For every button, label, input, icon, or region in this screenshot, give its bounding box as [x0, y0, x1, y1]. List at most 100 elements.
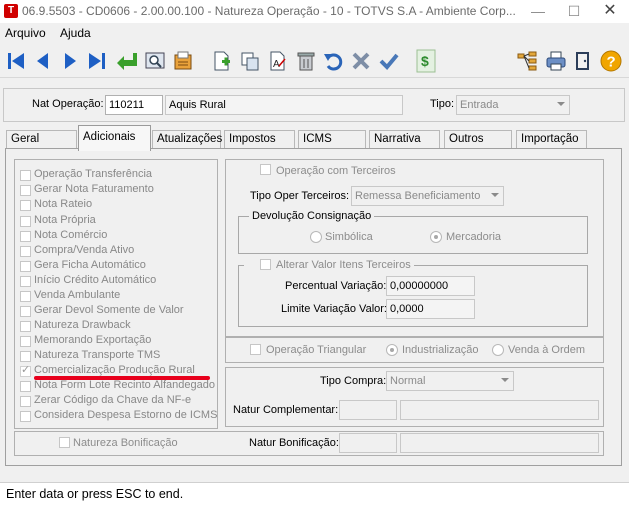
radio-mercadoria-label: Mercadoria: [446, 231, 502, 243]
edit-record-icon[interactable]: A: [265, 48, 291, 74]
radio-industrializacao-label: Industrialização: [402, 344, 479, 356]
last-record-icon[interactable]: [84, 48, 110, 74]
nat-operacao-desc-field: Aquis Rural: [165, 95, 403, 115]
tipo-label: Tipo:: [430, 98, 455, 110]
confirm-icon[interactable]: [376, 48, 402, 74]
status-bar: Enter data or press ESC to end.: [0, 482, 629, 505]
menu-ajuda[interactable]: Ajuda: [60, 26, 91, 40]
chevron-down-icon: [557, 102, 565, 106]
tab-atualizacoes[interactable]: Atualizações: [152, 130, 222, 148]
natur-complementar-code-field: [339, 400, 397, 420]
natur-bonificacao-label: Natur Bonificação:: [249, 437, 339, 449]
checkbox-box: [260, 259, 271, 270]
tipo-select[interactable]: Entrada: [456, 95, 570, 115]
tab-importacao[interactable]: Importação: [516, 130, 587, 148]
return-icon[interactable]: [114, 48, 140, 74]
radio-simbolica-label: Simbólica: [325, 231, 373, 243]
app-icon: T: [4, 4, 18, 18]
status-message: Enter data or press ESC to end.: [6, 487, 184, 501]
delete-record-icon[interactable]: [293, 48, 319, 74]
percentual-variacao-field: 0,00000000: [386, 276, 475, 296]
undo-icon[interactable]: [320, 48, 346, 74]
cancel-icon[interactable]: [348, 48, 374, 74]
tab-narrativa[interactable]: Narrativa: [369, 130, 440, 148]
checkbox-box: [20, 306, 31, 317]
chevron-down-icon: [491, 193, 499, 197]
operacao-triangular-checkbox[interactable]: [250, 344, 263, 357]
operacao-terceiros-label: Operação com Terceiros: [276, 165, 396, 177]
radio-venda-ordem-label: Venda à Ordem: [508, 344, 586, 356]
checkbox-box: [20, 200, 31, 211]
natur-bonificacao-desc-field: [400, 433, 599, 453]
radio-mercadoria[interactable]: [430, 231, 442, 243]
new-record-icon[interactable]: [209, 48, 235, 74]
tab-outros[interactable]: Outros: [444, 130, 512, 148]
chevron-down-icon: [501, 378, 509, 382]
tipo-oper-terceiros-select[interactable]: Remessa Beneficiamento: [351, 186, 504, 206]
close-icon[interactable]: ✕: [592, 0, 628, 23]
natur-complementar-label: Natur Complementar:: [233, 404, 339, 416]
exit-icon[interactable]: [570, 48, 596, 74]
previous-record-icon[interactable]: [30, 48, 56, 74]
menu-bar: Arquivo Ajuda: [0, 24, 629, 43]
nat-operacao-code-input[interactable]: 110211: [105, 95, 163, 115]
tab-adicionais[interactable]: Adicionais: [78, 125, 151, 151]
checkbox-box: [20, 351, 31, 362]
checkbox-box: [20, 216, 31, 227]
radio-venda-ordem[interactable]: [492, 344, 504, 356]
natureza-bonificacao-checkbox[interactable]: [59, 437, 72, 450]
natur-bonificacao-code-field: [339, 433, 397, 453]
title-bar: T 06.9.5503 - CD0606 - 2.00.00.100 - Nat…: [0, 0, 629, 23]
checkbox-box: [20, 231, 31, 242]
next-record-icon[interactable]: [57, 48, 83, 74]
radio-industrializacao[interactable]: [386, 344, 398, 356]
checkbox-box: [20, 170, 31, 181]
minimize-icon[interactable]: —: [520, 0, 556, 23]
natureza-bonificacao-label: Natureza Bonificação: [73, 437, 178, 449]
search-icon[interactable]: [142, 48, 168, 74]
tab-impostos[interactable]: Impostos: [224, 130, 295, 148]
limite-variacao-label: Limite Variação Valor:: [281, 303, 387, 315]
tab-geral[interactable]: Geral: [6, 130, 77, 148]
checkbox-box: [20, 411, 31, 422]
radio-simbolica[interactable]: [310, 231, 322, 243]
operacao-triangular-label: Operação Triangular: [266, 344, 367, 356]
tipo-compra-select[interactable]: Normal: [386, 371, 514, 391]
tipo-select-value: Entrada: [460, 99, 499, 111]
operacao-terceiros-checkbox[interactable]: [260, 164, 273, 177]
help-icon[interactable]: ?: [598, 48, 624, 74]
checkbox-box: [20, 185, 31, 196]
checkbox-box: [20, 261, 31, 272]
percentual-variacao-label: Percentual Variação:: [285, 280, 387, 292]
checkmark-icon: ✓: [21, 364, 31, 376]
tipo-oper-terceiros-label: Tipo Oper Terceiros:: [250, 190, 350, 202]
checkbox-box: [20, 321, 31, 332]
alterar-valor-checkbox[interactable]: [260, 259, 273, 272]
window-title: 06.9.5503 - CD0606 - 2.00.00.100 - Natur…: [22, 4, 516, 18]
toolbar: A $ ?: [0, 44, 629, 78]
svg-text:$: $: [421, 53, 429, 69]
report-icon[interactable]: [170, 48, 196, 74]
print-icon[interactable]: [543, 48, 569, 74]
tree-icon[interactable]: [514, 48, 540, 74]
dollar-icon[interactable]: $: [413, 48, 439, 74]
tab-icms[interactable]: ICMS: [298, 130, 366, 148]
checkbox-box: [20, 336, 31, 347]
checkbox-box: [250, 344, 261, 355]
tipo-compra-label: Tipo Compra:: [320, 375, 387, 387]
checkbox-box: [59, 437, 70, 448]
first-record-icon[interactable]: [3, 48, 29, 74]
limite-variacao-field: 0,0000: [386, 299, 475, 319]
devolucao-consignacao-title: Devolução Consignação: [249, 210, 375, 222]
menu-arquivo[interactable]: Arquivo: [5, 26, 46, 40]
checkbox-box: [20, 291, 31, 302]
tipo-compra-value: Normal: [390, 375, 426, 387]
tipo-oper-terceiros-value: Remessa Beneficiamento: [355, 190, 481, 202]
checkbox-box: [20, 276, 31, 287]
maximize-icon[interactable]: ☐: [556, 0, 592, 23]
checkbox-box: [20, 381, 31, 392]
nat-operacao-label: Nat Operação:: [32, 98, 104, 110]
svg-text:A: A: [273, 59, 280, 70]
copy-record-icon[interactable]: [237, 48, 263, 74]
checkbox-box: [20, 246, 31, 257]
